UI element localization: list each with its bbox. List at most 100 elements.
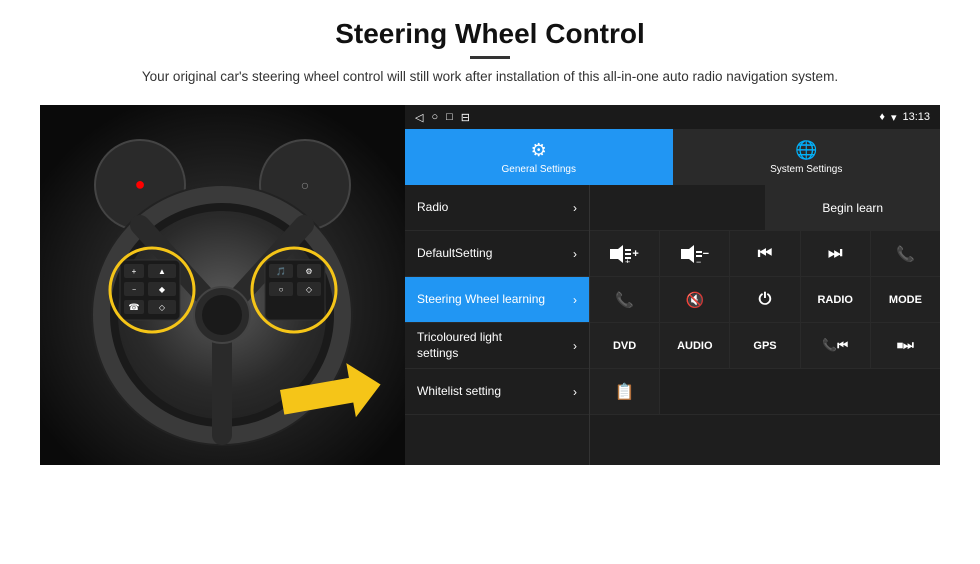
svg-text:○: ○ [301,177,309,193]
svg-text:−: − [696,257,701,263]
wifi-icon: ▾ [891,111,897,124]
prev-track-button[interactable]: ⏮ [730,231,800,276]
tab-general-label: General Settings [502,164,577,175]
list-icon: 📋 [615,382,635,402]
tab-system-label: System Settings [770,164,842,175]
mode-label: MODE [889,294,922,306]
location-icon: ♦ [879,111,885,123]
chevron-right-icon: › [573,385,577,399]
main-content: Radio › DefaultSetting › Steering Wheel … [405,185,940,465]
mute-button[interactable]: 🔇 [660,277,730,322]
mode-button[interactable]: MODE [871,277,940,322]
menu-icon[interactable]: ⊟ [461,111,470,124]
clock: 13:13 [902,111,930,123]
svg-text:◇: ◇ [159,303,166,312]
chevron-right-icon: › [573,293,577,307]
status-right: ♦ ▾ 13:13 [879,111,930,124]
begin-learn-label: Begin learn [822,201,883,215]
menu-item-radio[interactable]: Radio › [405,185,589,231]
list-button[interactable]: 📋 [590,369,660,414]
menu-whitelist-label: Whitelist setting [417,384,501,400]
skip-next-button[interactable]: ⏹⏭ [871,323,940,368]
power-icon: ⏻ [759,291,772,309]
audio-label: AUDIO [677,340,712,352]
menu-radio-label: Radio [417,200,448,216]
empty-5-4 [800,369,870,414]
grid-row-4: DVD AUDIO GPS 📞⏮ ⏹⏭ [590,323,940,369]
menu-item-default[interactable]: DefaultSetting › [405,231,589,277]
status-nav-icons: ◁ ○ □ ⊟ [415,111,470,124]
menu-item-steering[interactable]: Steering Wheel learning › [405,277,589,323]
gps-label: GPS [753,340,776,352]
audio-button[interactable]: AUDIO [660,323,730,368]
empty-cell-1 [590,185,766,230]
svg-text:●: ● [135,174,146,194]
gps-button[interactable]: GPS [730,323,800,368]
page-container: Steering Wheel Control Your original car… [0,0,980,564]
tab-general-settings[interactable]: ⚙ General Settings [405,129,673,185]
call-icon: 📞 [896,245,915,263]
car-image-section: ● ○ [40,105,405,465]
chevron-right-icon: › [573,247,577,261]
menu-default-label: DefaultSetting [417,246,492,262]
right-grid: Begin learn + [590,185,940,465]
grid-row-3: 📞 🔇 ⏻ RADIO MODE [590,277,940,323]
vol-down-label: − [703,248,709,260]
menu-item-whitelist[interactable]: Whitelist setting › [405,369,589,415]
settings-gear-icon: ⚙ [531,140,547,161]
mute-icon: 🔇 [685,291,704,309]
grid-row-5: 📋 [590,369,940,415]
menu-item-tricolour[interactable]: Tricoloured lightsettings › [405,323,589,369]
tab-bar: ⚙ General Settings 🌐 System Settings [405,129,940,185]
empty-5-3 [730,369,800,414]
empty-5-5 [870,369,940,414]
svg-text:○: ○ [279,285,284,294]
dvd-button[interactable]: DVD [590,323,660,368]
menu-steering-label: Steering Wheel learning [417,292,545,308]
grid-row-2: + + − − [590,231,940,277]
radio-label: RADIO [817,294,852,306]
grid-row-1: Begin learn [590,185,940,231]
page-title: Steering Wheel Control [142,18,838,50]
back-icon[interactable]: ◁ [415,111,423,124]
svg-text:+: + [625,257,630,263]
svg-text:⚙: ⚙ [305,267,312,276]
menu-tricolour-label: Tricoloured lightsettings [417,330,502,361]
svg-text:−: − [132,287,136,294]
globe-icon: 🌐 [795,140,817,161]
content-area: ● ○ [40,105,940,465]
status-bar: ◁ ○ □ ⊟ ♦ ▾ 13:13 [405,105,940,129]
subtitle: Your original car's steering wheel contr… [142,67,838,87]
title-divider [470,56,510,59]
answer-icon: 📞 [615,291,634,309]
svg-text:◆: ◆ [159,285,166,294]
svg-text:+: + [132,267,137,276]
chevron-right-icon: › [573,339,577,353]
skip-next-icon: ⏹⏭ [897,338,914,353]
call-prev-button[interactable]: 📞⏮ [801,323,871,368]
empty-5-2 [660,369,730,414]
svg-text:◇: ◇ [306,285,313,294]
answer-button[interactable]: 📞 [590,277,660,322]
power-button[interactable]: ⏻ [730,277,800,322]
next-icon: ⏭ [828,245,842,263]
vol-up-button[interactable]: + + [590,231,660,276]
recents-icon[interactable]: □ [446,111,453,123]
title-section: Steering Wheel Control Your original car… [142,18,838,99]
vol-up-label: + [632,248,638,260]
radio-button[interactable]: RADIO [801,277,871,322]
tab-system-settings[interactable]: 🌐 System Settings [673,129,941,185]
call-button[interactable]: 📞 [871,231,940,276]
svg-text:☎: ☎ [128,302,139,312]
home-icon[interactable]: ○ [431,111,438,123]
left-menu: Radio › DefaultSetting › Steering Wheel … [405,185,590,465]
chevron-right-icon: › [573,201,577,215]
vol-down-button[interactable]: − − [660,231,730,276]
call-prev-icon: 📞⏮ [822,338,848,353]
android-ui: ◁ ○ □ ⊟ ♦ ▾ 13:13 ⚙ General Settings [405,105,940,465]
next-track-button[interactable]: ⏭ [801,231,871,276]
svg-text:▲: ▲ [158,267,166,276]
begin-learn-button[interactable]: Begin learn [766,185,941,230]
svg-text:🎵: 🎵 [276,267,286,276]
dvd-label: DVD [613,340,636,352]
